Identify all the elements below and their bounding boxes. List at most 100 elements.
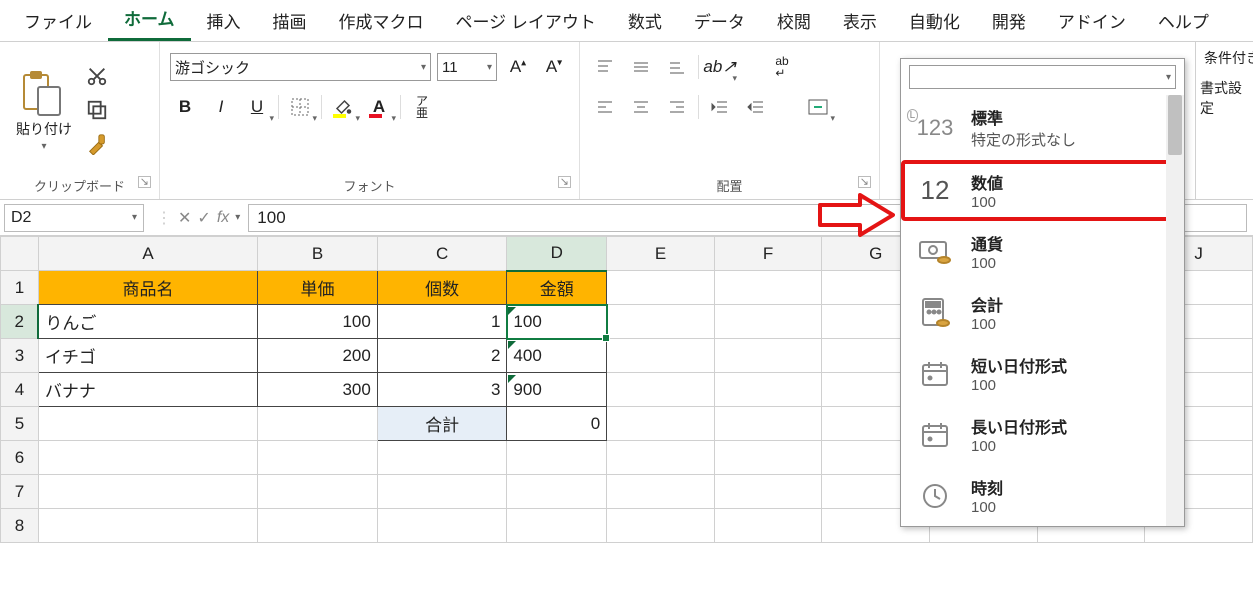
underline-button[interactable]: U▾ (242, 92, 272, 122)
format-option-general[interactable]: L123 標準特定の形式なし (901, 95, 1184, 160)
cell-C4[interactable]: 3 (377, 373, 507, 407)
cell-F1[interactable] (714, 271, 822, 305)
cell-B5[interactable] (258, 407, 378, 441)
cell-E3[interactable] (607, 339, 715, 373)
format-option-accounting[interactable]: 会計100 (901, 282, 1184, 343)
col-header-C[interactable]: C (377, 237, 507, 271)
wrap-text-button[interactable]: ab ↵ (767, 52, 797, 82)
number-format-select[interactable]: ▾ (909, 65, 1176, 89)
menu-view[interactable]: 表示 (827, 2, 893, 41)
menu-automate[interactable]: 自動化 (893, 2, 976, 41)
cell-E2[interactable] (607, 305, 715, 339)
dialog-launcher-icon[interactable]: ↘ (858, 176, 871, 188)
col-header-D[interactable]: D (507, 237, 607, 271)
merge-button[interactable]: ▾ (803, 92, 833, 122)
cut-button[interactable] (84, 63, 110, 89)
cell-C2[interactable]: 1 (377, 305, 507, 339)
fill-color-button[interactable]: ▾ (328, 92, 358, 122)
cell-C1[interactable]: 個数 (377, 271, 507, 305)
cell-D4[interactable]: 900 (507, 373, 607, 407)
font-size-select[interactable]: 11▾ (437, 53, 497, 81)
italic-button[interactable]: I (206, 92, 236, 122)
orientation-button[interactable]: ab↗▾ (705, 52, 735, 82)
indent-decrease-button[interactable] (705, 92, 735, 122)
menu-formula[interactable]: 数式 (612, 2, 678, 41)
col-header-A[interactable]: A (38, 237, 257, 271)
font-name-select[interactable]: 游ゴシック▾ (170, 53, 431, 81)
format-painter-button[interactable] (84, 131, 110, 157)
cell-A2[interactable]: りんご (38, 305, 257, 339)
copy-button[interactable] (84, 97, 110, 123)
scrollbar-thumb[interactable] (1168, 95, 1182, 155)
paste-button[interactable]: 貼り付け ▾ (10, 65, 78, 156)
font-color-button[interactable]: A▾ (364, 92, 394, 122)
cell-E1[interactable] (607, 271, 715, 305)
align-middle-button[interactable] (626, 52, 656, 82)
cell-A7[interactable] (38, 475, 257, 509)
indent-increase-button[interactable] (741, 92, 771, 122)
cell-A6[interactable] (38, 441, 257, 475)
dropdown-scrollbar[interactable] (1166, 95, 1184, 526)
cell-B4[interactable]: 300 (258, 373, 378, 407)
menu-help[interactable]: ヘルプ (1142, 2, 1225, 41)
borders-button[interactable]: ▾ (285, 92, 315, 122)
menu-macro[interactable]: 作成マクロ (323, 2, 440, 41)
row-header-1[interactable]: 1 (1, 271, 39, 305)
align-left-button[interactable] (590, 92, 620, 122)
format-option-currency[interactable]: 通貨100 (901, 221, 1184, 282)
cell-C3[interactable]: 2 (377, 339, 507, 373)
col-header-F[interactable]: F (714, 237, 822, 271)
format-option-shortdate[interactable]: 短い日付形式100 (901, 343, 1184, 404)
cell-D1[interactable]: 金額 (507, 271, 607, 305)
row-header-5[interactable]: 5 (1, 407, 39, 441)
cell-E4[interactable] (607, 373, 715, 407)
cell-B3[interactable]: 200 (258, 339, 378, 373)
format-option-number[interactable]: 12 数値100 (901, 160, 1184, 221)
dialog-launcher-icon[interactable]: ↘ (558, 176, 571, 188)
cell-F3[interactable] (714, 339, 822, 373)
menu-review[interactable]: 校閲 (761, 2, 827, 41)
menu-home[interactable]: ホーム (108, 0, 191, 41)
menu-insert[interactable]: 挿入 (191, 2, 257, 41)
cell-A1[interactable]: 商品名 (38, 271, 257, 305)
cell-D2[interactable]: 100 (507, 305, 607, 339)
dialog-launcher-icon[interactable]: ↘ (138, 176, 151, 188)
cell-A5[interactable] (38, 407, 257, 441)
cell-D3[interactable]: 400 (507, 339, 607, 373)
menu-draw[interactable]: 描画 (257, 2, 323, 41)
menu-layout[interactable]: ページ レイアウト (440, 2, 612, 41)
format-option-longdate[interactable]: 長い日付形式100 (901, 404, 1184, 465)
cell-F4[interactable] (714, 373, 822, 407)
cell-F2[interactable] (714, 305, 822, 339)
col-header-E[interactable]: E (607, 237, 715, 271)
menu-file[interactable]: ファイル (8, 2, 108, 41)
align-right-button[interactable] (662, 92, 692, 122)
cell-A4[interactable]: バナナ (38, 373, 257, 407)
row-header-3[interactable]: 3 (1, 339, 39, 373)
cell-B2[interactable]: 100 (258, 305, 378, 339)
menu-data[interactable]: データ (678, 2, 761, 41)
phonetic-button[interactable]: ア 亜 (407, 92, 437, 122)
cell-B1[interactable]: 単価 (258, 271, 378, 305)
align-top-button[interactable] (590, 52, 620, 82)
align-bottom-button[interactable] (662, 52, 692, 82)
cancel-formula-button[interactable]: ✕ (178, 208, 191, 228)
menu-addin[interactable]: アドイン (1042, 2, 1142, 41)
fx-icon[interactable]: fx (217, 209, 229, 227)
menu-develop[interactable]: 開発 (976, 2, 1042, 41)
cell-A3[interactable]: イチゴ (38, 339, 257, 373)
select-all-corner[interactable] (1, 237, 39, 271)
cell-D5[interactable]: 0 (507, 407, 607, 441)
cell-E5[interactable] (607, 407, 715, 441)
bold-button[interactable]: B (170, 92, 200, 122)
row-header-6[interactable]: 6 (1, 441, 39, 475)
cell-F5[interactable] (714, 407, 822, 441)
decrease-font-button[interactable]: A▾ (539, 52, 569, 82)
row-header-8[interactable]: 8 (1, 509, 39, 543)
format-option-time[interactable]: 時刻100 (901, 465, 1184, 526)
cell-C5[interactable]: 合計 (377, 407, 507, 441)
align-center-button[interactable] (626, 92, 656, 122)
cell-A8[interactable] (38, 509, 257, 543)
increase-font-button[interactable]: A▴ (503, 52, 533, 82)
conditional-format-button[interactable]: 条件付き書式▾ (1200, 48, 1249, 68)
